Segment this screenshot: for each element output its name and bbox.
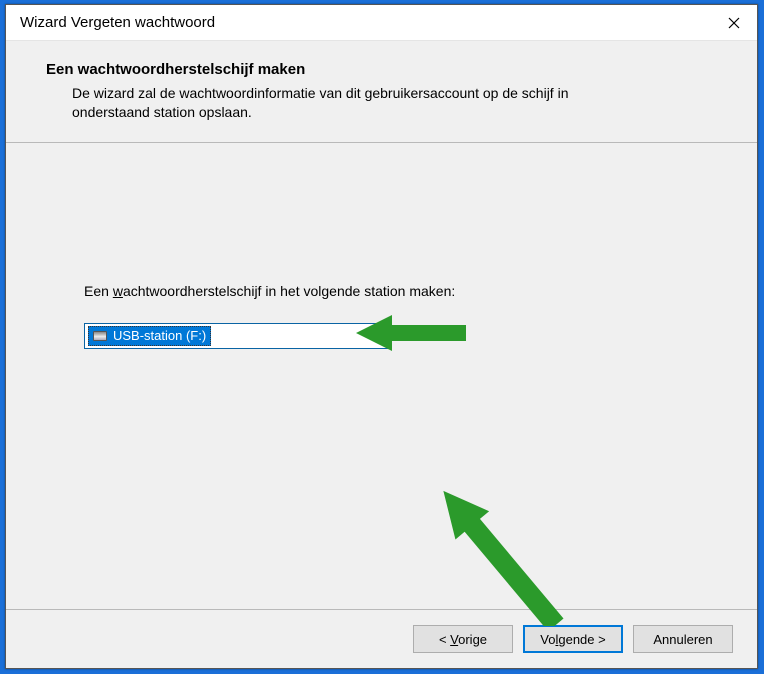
drive-select-label: Een wachtwoordherstelschijf in het volge… [84,283,717,299]
drive-select-text: USB-station (F:) [113,328,206,343]
header-description: De wizard zal de wachtwoordinformatie va… [46,84,646,122]
drive-icon [93,331,107,341]
chevron-down-icon [373,331,383,341]
wizard-window: Wizard Vergeten wachtwoord Een wachtwoor… [5,4,758,669]
drive-select[interactable]: USB-station (F:) [84,323,392,349]
footer-buttons: < Vorige Volgende > Annuleren [6,610,757,668]
header-heading: Een wachtwoordherstelschijf maken [46,61,717,78]
window-title: Wizard Vergeten wachtwoord [20,14,215,31]
content-panel: Een wachtwoordherstelschijf in het volge… [6,143,757,610]
titlebar: Wizard Vergeten wachtwoord [6,5,757,41]
close-button[interactable] [711,5,757,41]
drive-select-value: USB-station (F:) [88,326,211,346]
header-panel: Een wachtwoordherstelschijf maken De wiz… [6,41,757,143]
cancel-button[interactable]: Annuleren [633,625,733,653]
next-button[interactable]: Volgende > [523,625,623,653]
close-icon [728,17,740,29]
back-button[interactable]: < Vorige [413,625,513,653]
